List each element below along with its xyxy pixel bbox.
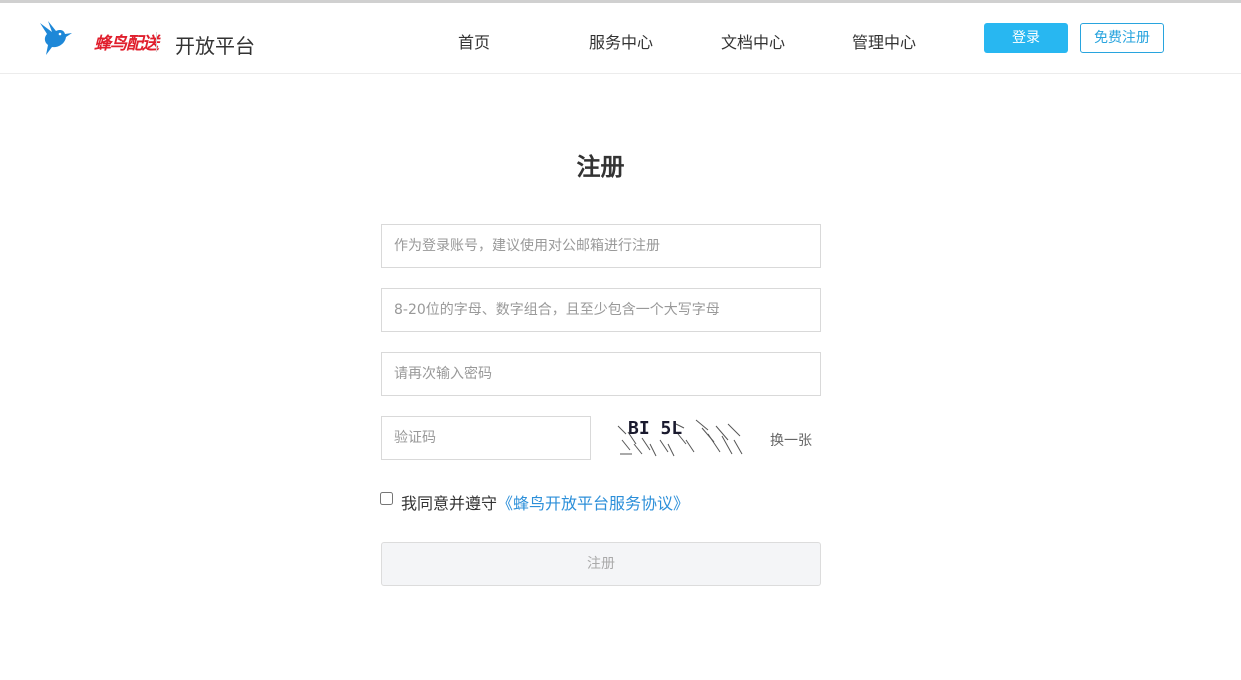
nav-home[interactable]: 首页 [458,29,490,53]
top-header: 蜂鸟配送 开放平台 首页 服务中心 文档中心 管理中心 登录 免费注册 [0,3,1241,74]
captcha-refresh-link[interactable]: 换一张 [770,430,812,450]
account-input[interactable] [381,224,821,268]
confirm-password-input[interactable] [381,352,821,396]
platform-title: 开放平台 [175,34,255,58]
nav-service-center[interactable]: 服务中心 [589,29,653,53]
logo-text: 蜂鸟配送 [94,34,159,54]
header-divider [156,32,157,52]
agree-checkbox[interactable] [380,492,393,505]
brand-logo[interactable]: 蜂鸟配送 [38,17,159,57]
free-register-button[interactable]: 免费注册 [1080,23,1164,53]
register-submit-button[interactable]: 注册 [381,542,821,586]
service-agreement-link[interactable]: 《蜂鸟开放平台服务协议》 [497,490,689,514]
captcha-image[interactable]: BI 5L [616,414,748,460]
hummingbird-icon [40,21,72,55]
nav-admin-center[interactable]: 管理中心 [852,29,916,53]
password-input[interactable] [381,288,821,332]
page-title: 注册 [576,153,625,181]
nav-docs-center[interactable]: 文档中心 [721,29,785,53]
captcha-text: BI 5L [628,418,682,439]
agree-text: 我同意并遵守 [401,494,498,513]
captcha-input[interactable] [381,416,591,460]
login-button[interactable]: 登录 [984,23,1068,53]
